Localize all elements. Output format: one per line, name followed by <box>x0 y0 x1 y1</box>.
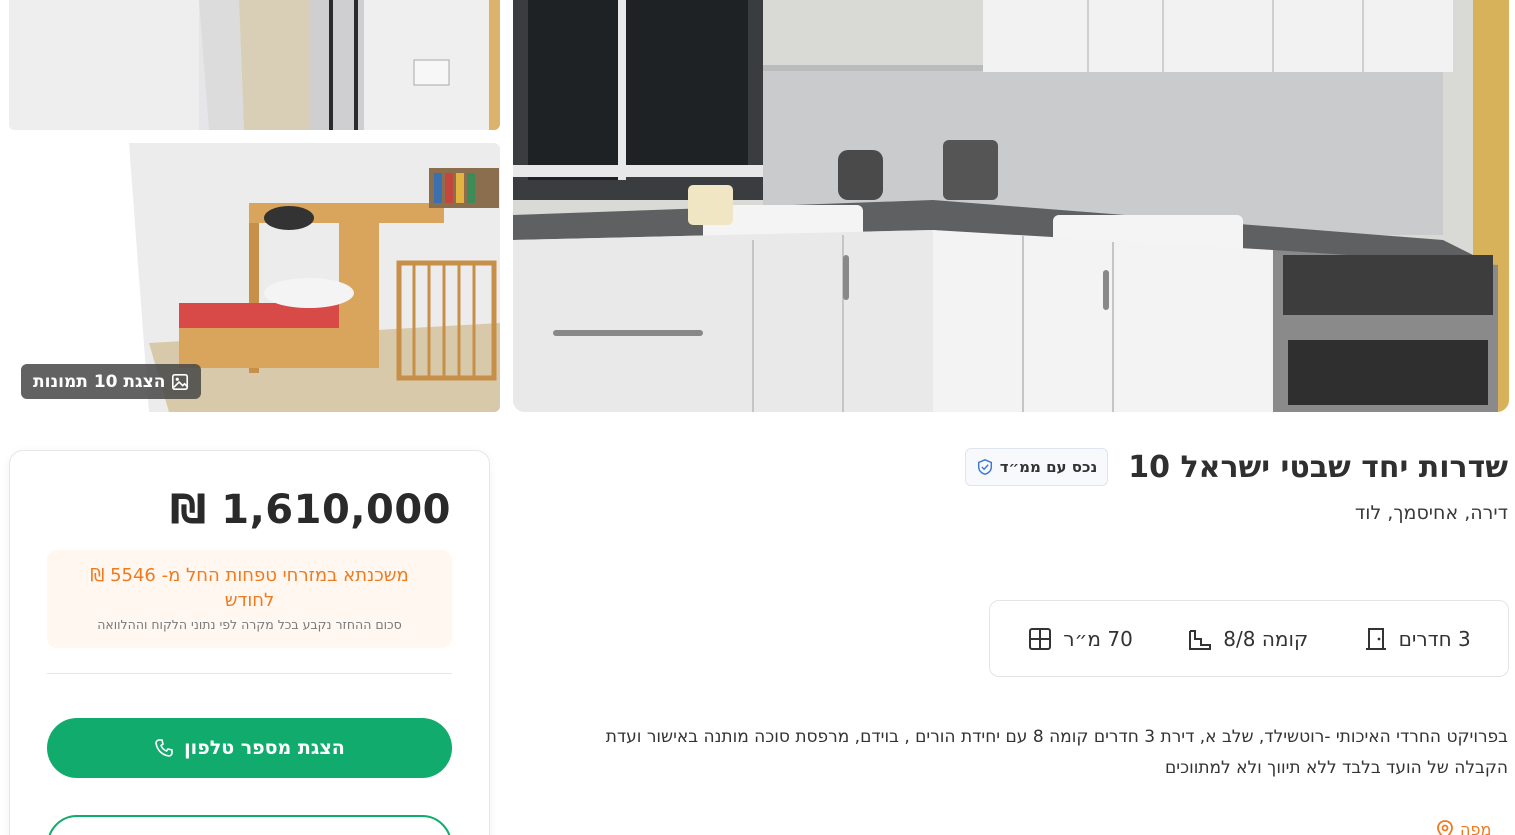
feature-floor-label: קומה 8/8 <box>1223 626 1309 651</box>
price-card: 1,610,000 ₪ משכנתא במזרחי טפחות החל מ- 5… <box>9 450 490 835</box>
show-photos-label: הצגת 10 תמונות <box>33 371 166 392</box>
mortgage-note: סכום ההחזר נקבע בכל מקרה לפי נתוני הלקוח… <box>97 617 402 632</box>
feature-area-label: 70 מ״ר <box>1063 626 1133 651</box>
listing-price: 1,610,000 ₪ <box>170 487 451 533</box>
map-link-label: מפה <box>1460 820 1492 835</box>
image-icon <box>172 373 189 390</box>
mortgage-text: משכנתא במזרחי טפחות החל מ- 5546 ₪ לחודש <box>90 565 409 611</box>
contact-button[interactable] <box>47 815 452 835</box>
shield-check-icon <box>977 459 992 475</box>
listing-description: בפרויקט החרדי האיכותי -רוטשילד, שלב א, ד… <box>605 727 1508 778</box>
safe-room-tag-label: נכס עם ממ״ד <box>999 458 1098 476</box>
title-row: שדרות יחד שבטי ישראל 10 נכס עם ממ״ד <box>964 448 1508 486</box>
listing-title: שדרות יחד שבטי ישראל 10 <box>1128 449 1508 485</box>
floorplan-icon <box>1029 627 1052 650</box>
kitchen-photo <box>513 0 1509 412</box>
show-phone-label: הצגת מספר טלפון <box>184 737 345 759</box>
divider <box>47 673 452 674</box>
listing-page: הצגת 10 תמונות שדרות יחד שבטי ישראל 10 נ… <box>0 0 1515 835</box>
main-photo-kitchen[interactable] <box>513 0 1509 412</box>
door-icon <box>1365 627 1386 650</box>
listing-subtitle: דירה, אחיסמך, לוד <box>1354 502 1508 524</box>
phone-icon <box>155 739 173 757</box>
map-pin-icon <box>1437 820 1453 835</box>
stairs-icon <box>1189 629 1212 650</box>
feature-area: 70 מ״ר <box>1027 626 1133 652</box>
feature-rooms: 3 חדרים <box>1363 626 1471 652</box>
feature-floor: קומה 8/8 <box>1187 626 1308 652</box>
hallway-photo <box>9 0 500 130</box>
feature-rooms-label: 3 חדרים <box>1398 626 1471 651</box>
mortgage-offer[interactable]: משכנתא במזרחי טפחות החל מ- 5546 ₪ לחודש … <box>47 550 452 648</box>
map-link[interactable]: מפה <box>1436 820 1491 835</box>
safe-room-tag: נכס עם ממ״ד <box>964 448 1109 486</box>
show-phone-button[interactable]: הצגת מספר טלפון <box>47 718 452 778</box>
features-box: 3 חדרים קומה 8/8 70 מ״ר <box>989 600 1509 677</box>
show-photos-button[interactable]: הצגת 10 תמונות <box>21 364 202 399</box>
thumbnail-hallway[interactable] <box>9 0 500 130</box>
